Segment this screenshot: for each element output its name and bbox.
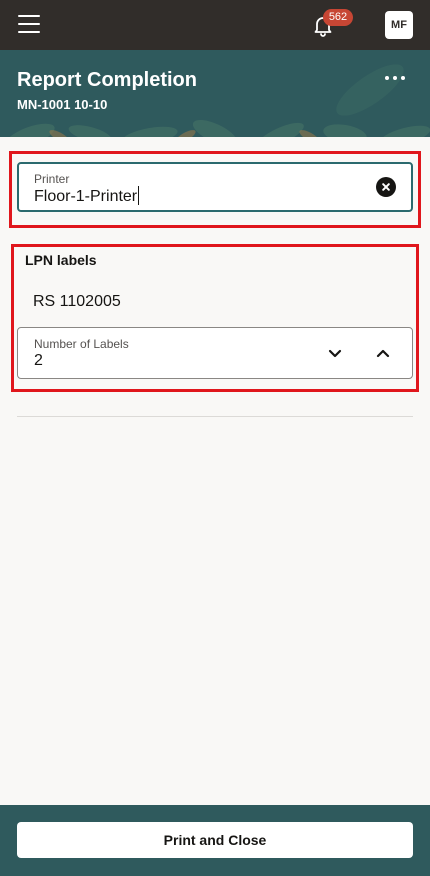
clear-circle-icon[interactable] xyxy=(376,177,396,197)
number-of-labels-value: 2 xyxy=(34,352,43,369)
text-caret xyxy=(138,186,140,205)
hamburger-menu-icon[interactable] xyxy=(18,15,40,33)
more-horizontal-icon[interactable] xyxy=(384,70,406,86)
page-title: Report Completion xyxy=(17,69,197,91)
chevron-up-icon[interactable] xyxy=(372,342,394,364)
section-divider xyxy=(17,416,413,417)
top-app-bar: 562 MF xyxy=(0,0,430,50)
lpn-number: RS 1102005 xyxy=(33,293,121,310)
number-of-labels-label: Number of Labels xyxy=(34,337,129,351)
page-header: Report Completion MN-1001 10-10 xyxy=(0,50,430,137)
number-of-labels-stepper[interactable]: Number of Labels 2 xyxy=(17,327,413,379)
footer-bar: Print and Close xyxy=(0,805,430,876)
user-avatar[interactable]: MF xyxy=(385,11,413,39)
notification-count-badge: 562 xyxy=(323,9,353,26)
lpn-labels-heading: LPN labels xyxy=(25,252,97,268)
printer-value: Floor-1-Printer xyxy=(34,188,138,205)
header-foliage-decoration xyxy=(5,64,430,137)
page-subtitle: MN-1001 10-10 xyxy=(17,97,108,112)
printer-label: Printer xyxy=(34,172,70,186)
print-and-close-button[interactable]: Print and Close xyxy=(17,822,413,858)
printer-input[interactable]: Printer Floor-1-Printer xyxy=(17,162,413,212)
chevron-down-icon[interactable] xyxy=(324,342,346,364)
